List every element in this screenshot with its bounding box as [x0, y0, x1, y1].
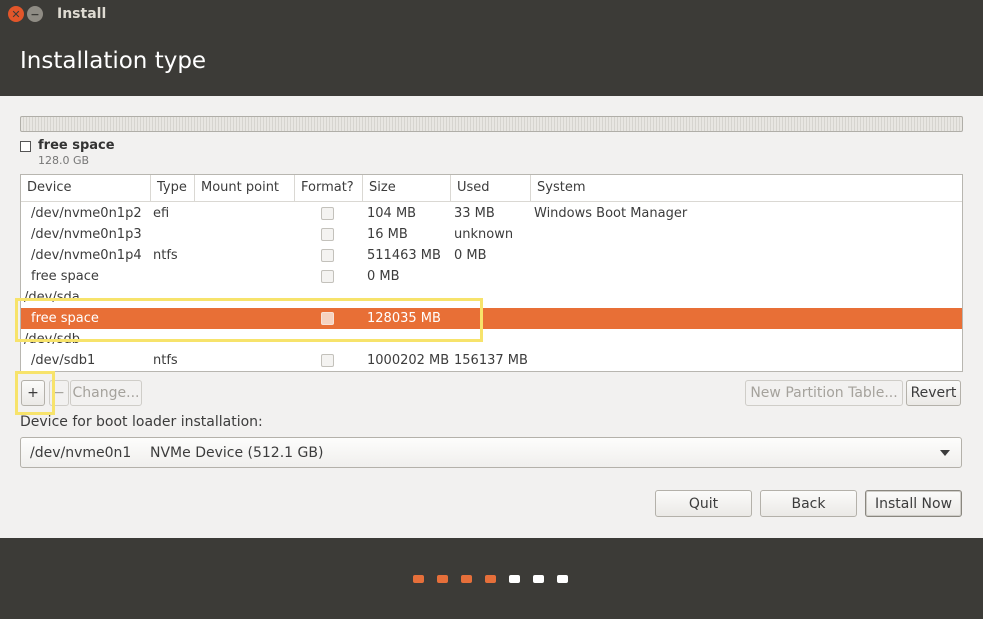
column-header-device[interactable]: Device: [21, 175, 151, 201]
column-header-mount-point[interactable]: Mount point: [195, 175, 295, 201]
column-header-type[interactable]: Type: [151, 175, 195, 201]
step-dot-completed: [413, 575, 424, 583]
close-icon: ✕: [11, 7, 21, 21]
dropdown-arrow-icon: [940, 450, 950, 456]
progress-footer: [0, 538, 983, 619]
step-dot-pending: [533, 575, 544, 583]
disk-group-row[interactable]: /dev/sdb: [21, 329, 962, 350]
table-row[interactable]: /dev/nvme0n1p3 16 MB unknown: [21, 224, 962, 245]
window-title: Install: [57, 6, 107, 22]
install-now-button[interactable]: Install Now: [865, 490, 962, 517]
quit-button[interactable]: Quit: [655, 490, 752, 517]
bootloader-device: /dev/nvme0n1: [30, 445, 132, 461]
legend-swatch: [20, 141, 31, 152]
step-dot-completed: [437, 575, 448, 583]
table-header: Device Type Mount point Format? Size Use…: [21, 175, 962, 202]
bootloader-device-select[interactable]: /dev/nvme0n1 NVMe Device (512.1 GB): [20, 437, 962, 468]
column-header-system[interactable]: System: [531, 175, 962, 201]
legend-name: free space: [38, 138, 115, 153]
cell-size: 0 MB: [367, 269, 400, 284]
minimize-icon: −: [30, 7, 40, 21]
new-partition-table-button[interactable]: New Partition Table...: [745, 380, 903, 406]
cell-device: /dev/sdb1: [31, 353, 96, 368]
legend-size: 128.0 GB: [38, 154, 90, 167]
cell-used: 33 MB: [454, 206, 495, 221]
cell-used: unknown: [454, 227, 514, 242]
page-header: Installation type: [0, 28, 983, 96]
column-header-used[interactable]: Used: [451, 175, 531, 201]
page-title: Installation type: [20, 48, 207, 74]
cell-size: 16 MB: [367, 227, 408, 242]
format-checkbox[interactable]: [321, 270, 334, 283]
format-checkbox[interactable]: [321, 354, 334, 367]
cell-used: 156137 MB: [454, 353, 528, 368]
cell-device: /dev/nvme0n1p2: [31, 206, 142, 221]
table-row[interactable]: /dev/nvme0n1p4 ntfs 511463 MB 0 MB: [21, 245, 962, 266]
plus-icon: +: [27, 385, 39, 401]
cell-type: efi: [153, 206, 170, 221]
format-checkbox[interactable]: [321, 228, 334, 241]
minimize-window-button[interactable]: −: [27, 6, 43, 22]
partition-table[interactable]: Device Type Mount point Format? Size Use…: [20, 174, 963, 372]
table-row-selected[interactable]: free space 128035 MB: [21, 308, 962, 329]
partition-bar: [20, 116, 963, 132]
cell-device: free space: [31, 311, 99, 326]
remove-partition-button[interactable]: −: [49, 380, 69, 406]
format-checkbox[interactable]: [321, 207, 334, 220]
table-row[interactable]: /dev/sdb1 ntfs 1000202 MB 156137 MB: [21, 350, 962, 371]
bootloader-description: NVMe Device (512.1 GB): [150, 445, 324, 461]
window-titlebar: ✕ − Install: [0, 0, 983, 28]
cell-size: 1000202 MB: [367, 353, 450, 368]
revert-button[interactable]: Revert: [906, 380, 961, 406]
cell-size: 104 MB: [367, 206, 417, 221]
add-partition-button[interactable]: +: [21, 380, 45, 406]
minus-icon: −: [53, 385, 65, 401]
table-row[interactable]: /dev/nvme0n1p2 efi 104 MB 33 MB Windows …: [21, 203, 962, 224]
cell-size: 511463 MB: [367, 248, 441, 263]
cell-device: /dev/sda: [24, 290, 80, 305]
column-header-size[interactable]: Size: [363, 175, 451, 201]
format-checkbox[interactable]: [321, 249, 334, 262]
step-dot-completed: [485, 575, 496, 583]
bootloader-label: Device for boot loader installation:: [20, 414, 263, 430]
cell-used: 0 MB: [454, 248, 487, 263]
step-dot-pending: [509, 575, 520, 583]
step-dot-completed: [461, 575, 472, 583]
cell-type: ntfs: [153, 248, 178, 263]
back-button[interactable]: Back: [760, 490, 857, 517]
cell-system: Windows Boot Manager: [534, 206, 688, 221]
cell-device: /dev/nvme0n1p4: [31, 248, 142, 263]
disk-group-row[interactable]: /dev/sda: [21, 287, 962, 308]
column-header-format[interactable]: Format?: [295, 175, 363, 201]
cell-device: free space: [31, 269, 99, 284]
cell-device: /dev/sdb: [24, 332, 80, 347]
change-partition-button[interactable]: Change...: [70, 380, 142, 406]
cell-size: 128035 MB: [367, 311, 441, 326]
cell-device: /dev/nvme0n1p3: [31, 227, 142, 242]
cell-type: ntfs: [153, 353, 178, 368]
close-window-button[interactable]: ✕: [8, 6, 24, 22]
format-checkbox[interactable]: [321, 312, 334, 325]
step-dot-pending: [557, 575, 568, 583]
table-row[interactable]: free space 0 MB: [21, 266, 962, 287]
